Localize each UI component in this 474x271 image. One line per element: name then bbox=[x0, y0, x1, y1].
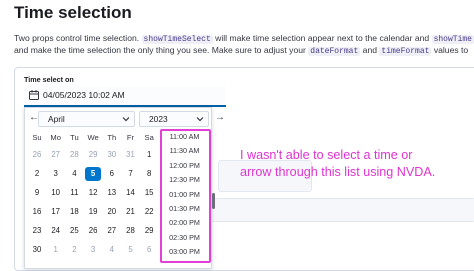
calendar-day[interactable]: 19 bbox=[85, 205, 101, 219]
day-grid: 26 27 28 29 30 31 1 2 3 4 5 6 7 8 9 10 11 12 13 14 15 16 17 18 1… bbox=[25, 148, 160, 268]
calendar-day[interactable]: 3 bbox=[85, 243, 101, 257]
calendar-day[interactable]: 3 bbox=[48, 167, 64, 181]
calendar-icon bbox=[29, 90, 39, 100]
calendar-day[interactable]: 8 bbox=[141, 167, 157, 181]
calendar-day[interactable]: 2 bbox=[66, 243, 82, 257]
background-control bbox=[206, 198, 474, 222]
calendar-day[interactable]: 12 bbox=[85, 186, 101, 200]
calendar-day[interactable]: 11 bbox=[66, 186, 82, 200]
calendar-day[interactable]: 30 bbox=[29, 243, 45, 257]
calendar-day[interactable]: 14 bbox=[123, 186, 139, 200]
calendar-day[interactable]: 24 bbox=[48, 224, 64, 238]
time-option[interactable]: 01:30 PM bbox=[161, 202, 208, 216]
calendar-day[interactable]: 5 bbox=[85, 167, 102, 181]
code-show-time-select: showTimeSelect bbox=[141, 35, 213, 44]
calendar-day[interactable]: 29 bbox=[85, 148, 101, 162]
time-option[interactable]: 12:00 PM bbox=[161, 159, 208, 173]
time-option[interactable]: 11:00 AM bbox=[161, 130, 208, 144]
year-select-value: 2023 bbox=[149, 114, 168, 124]
calendar-day[interactable]: 4 bbox=[104, 243, 120, 257]
calendar-day[interactable]: 2 bbox=[29, 167, 45, 181]
calendar-day[interactable]: 28 bbox=[66, 148, 82, 162]
weekday-label: Th bbox=[107, 133, 117, 142]
field-label: Time select on bbox=[24, 75, 74, 84]
calendar-day[interactable]: 23 bbox=[29, 224, 45, 238]
calendar-day[interactable]: 16 bbox=[29, 205, 45, 219]
date-time-value: 04/05/2023 10:02 AM bbox=[43, 90, 125, 100]
calendar-day[interactable]: 27 bbox=[104, 224, 120, 238]
description-text: values to bbox=[433, 45, 469, 55]
calendar-day[interactable]: 21 bbox=[123, 205, 139, 219]
calendar-day[interactable]: 26 bbox=[29, 148, 45, 162]
calendar-day[interactable]: 27 bbox=[48, 148, 64, 162]
calendar-day[interactable]: 28 bbox=[123, 224, 139, 238]
annotation-note: I wasn't able to select a time or arrow … bbox=[240, 147, 435, 181]
date-time-input[interactable]: 04/05/2023 10:02 AM bbox=[24, 86, 226, 107]
annotation-line-2: arrow through this list using NVDA. bbox=[240, 165, 436, 179]
calendar-day[interactable]: 13 bbox=[104, 186, 120, 200]
calendar-day[interactable]: 29 bbox=[141, 224, 157, 238]
time-option[interactable]: 02:30 PM bbox=[161, 231, 208, 245]
weekday-label: Mo bbox=[50, 133, 61, 142]
page-title: Time selection bbox=[14, 3, 132, 22]
calendar-day[interactable]: 26 bbox=[85, 224, 101, 238]
calendar-day[interactable]: 30 bbox=[104, 148, 120, 162]
calendar-day[interactable]: 25 bbox=[66, 224, 82, 238]
calendar-day[interactable]: 5 bbox=[123, 243, 139, 257]
description-line-2: and make the time selection the only thi… bbox=[14, 45, 468, 56]
description-text: and make the time selection the only thi… bbox=[14, 45, 306, 55]
time-option[interactable]: 02:00 PM bbox=[161, 216, 208, 230]
calendar-day[interactable]: 7 bbox=[123, 167, 139, 181]
calendar-day[interactable]: 6 bbox=[141, 243, 157, 257]
time-list-scrollbar[interactable] bbox=[212, 193, 215, 209]
description-line-1: Two props control time selection. showTi… bbox=[14, 33, 474, 44]
description-text: and bbox=[362, 45, 378, 55]
year-select[interactable]: 2023 bbox=[139, 111, 209, 127]
month-select-value: April bbox=[48, 114, 65, 124]
time-option[interactable]: 11:30 AM bbox=[161, 144, 208, 158]
calendar-day[interactable]: 10 bbox=[48, 186, 64, 200]
calendar-day[interactable]: 17 bbox=[48, 205, 64, 219]
time-list[interactable]: 11:00 AM 11:30 AM 12:00 PM 12:30 PM 01:00 PM… bbox=[160, 130, 208, 259]
annotation-line-1: I wasn't able to select a time or bbox=[240, 148, 413, 162]
code-date-format: dateFormat bbox=[308, 47, 361, 56]
weekday-header: Su Mo Tu We Th Fr Sa bbox=[25, 133, 160, 145]
calendar-day[interactable]: 4 bbox=[66, 167, 82, 181]
calendar-day[interactable]: 22 bbox=[141, 205, 157, 219]
calendar-day[interactable]: 1 bbox=[141, 148, 157, 162]
month-select[interactable]: April bbox=[38, 111, 135, 127]
time-option[interactable]: 03:00 PM bbox=[161, 245, 208, 259]
time-option[interactable]: 12:30 PM bbox=[161, 173, 208, 187]
weekday-label: Su bbox=[32, 133, 42, 142]
calendar-day[interactable]: 9 bbox=[29, 186, 45, 200]
weekday-label: Sa bbox=[144, 133, 154, 142]
chevron-down-icon bbox=[196, 117, 204, 122]
calendar-day[interactable]: 31 bbox=[123, 148, 139, 162]
calendar-day[interactable]: 20 bbox=[104, 205, 120, 219]
time-option[interactable]: 01:00 PM bbox=[161, 188, 208, 202]
weekday-label: Tu bbox=[70, 133, 79, 142]
description-text: will make time selection appear next to … bbox=[215, 33, 430, 43]
code-show-time: showTime bbox=[431, 35, 474, 44]
calendar-day[interactable]: 15 bbox=[141, 186, 157, 200]
code-time-format: timeFormat bbox=[379, 47, 432, 56]
calendar-day[interactable]: 6 bbox=[104, 167, 120, 181]
next-month-button[interactable]: → bbox=[215, 112, 225, 123]
weekday-label: Fr bbox=[126, 133, 135, 142]
description-text: Two props control time selection. bbox=[14, 33, 140, 43]
weekday-label: We bbox=[87, 133, 99, 142]
calendar-day[interactable]: 1 bbox=[48, 243, 64, 257]
chevron-down-icon bbox=[122, 117, 130, 122]
calendar-day[interactable]: 18 bbox=[66, 205, 82, 219]
